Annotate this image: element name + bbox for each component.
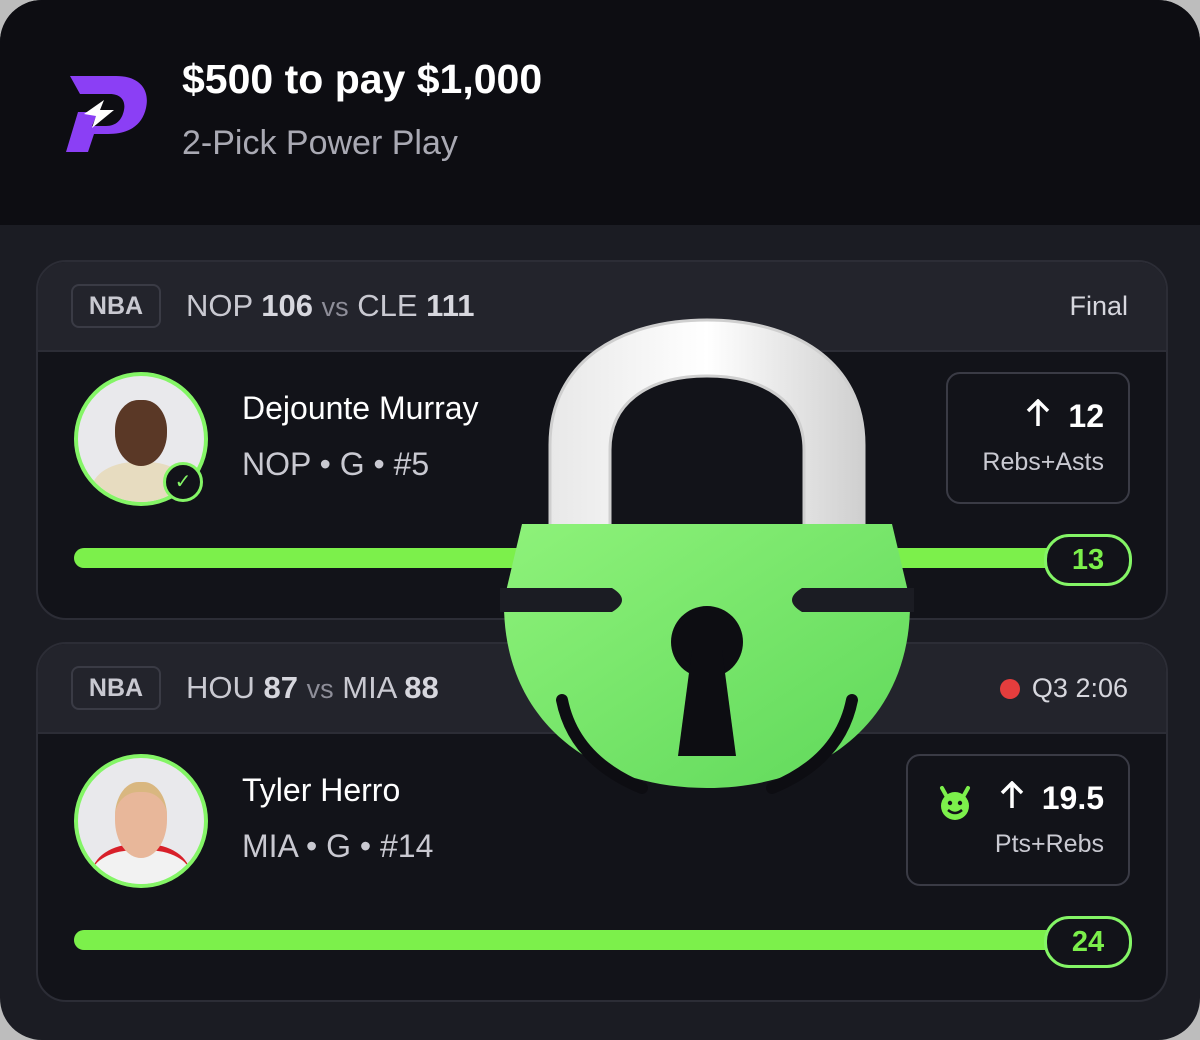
entry-card: $500 to pay $1,000 2-Pick Power Play NBA… xyxy=(0,0,1200,1040)
player-meta: MIA • G • #14 xyxy=(242,828,434,864)
team2-name: MIA xyxy=(342,670,396,705)
prizepicks-logo-icon xyxy=(66,76,147,152)
team1-name: NOP xyxy=(186,288,253,323)
result-value: 24 xyxy=(1044,916,1132,968)
team2-score: 88 xyxy=(404,670,439,705)
padlock-icon xyxy=(500,318,914,794)
player-name: Tyler Herro xyxy=(242,772,401,808)
pick-line: 12 xyxy=(1026,398,1104,435)
entry-header: $500 to pay $1,000 2-Pick Power Play xyxy=(0,0,1200,225)
vs-label: vs xyxy=(321,292,349,322)
team2-score: 111 xyxy=(426,288,475,323)
avatar xyxy=(74,754,208,888)
status-text: Final xyxy=(1069,291,1128,321)
arrow-up-icon xyxy=(1026,398,1050,435)
league-badge: NBA xyxy=(71,666,161,710)
checkmark-icon: ✓ xyxy=(163,462,203,502)
live-dot-icon xyxy=(999,679,1020,699)
league-badge: NBA xyxy=(71,284,161,328)
matchup-line: NOP 106 vs CLE 111 xyxy=(186,284,474,329)
player-meta: NOP • G • #5 xyxy=(242,446,430,482)
matchup-line: HOU 87 vs MIA 88 xyxy=(186,666,439,711)
team1-score: 87 xyxy=(263,670,298,705)
team1-name: HOU xyxy=(186,670,255,705)
entry-subtitle: 2-Pick Power Play xyxy=(182,124,458,162)
arrow-up-icon xyxy=(1000,780,1024,817)
player-name: Dejounte Murray xyxy=(242,390,479,426)
entry-title: $500 to pay $1,000 xyxy=(182,56,543,102)
stat-type: Rebs+Asts xyxy=(982,448,1104,476)
result-value: 13 xyxy=(1044,534,1132,586)
status-text: Q3 2:06 xyxy=(1031,673,1128,703)
progress-track xyxy=(74,930,1084,950)
player-head xyxy=(115,400,167,466)
player-head xyxy=(115,782,167,858)
line-value: 12 xyxy=(1068,398,1104,434)
progress-fill xyxy=(74,930,1084,950)
demon-icon xyxy=(940,786,970,820)
pick-line: 19.5 xyxy=(1000,780,1104,817)
line-value: 19.5 xyxy=(1041,780,1104,816)
pick-line-box: 12 Rebs+Asts xyxy=(946,372,1130,504)
game-status: Final xyxy=(1069,288,1128,324)
vs-label: vs xyxy=(306,674,334,704)
pick-line-box: 19.5 Pts+Rebs xyxy=(906,754,1130,886)
team2-name: CLE xyxy=(357,288,418,323)
team1-score: 106 xyxy=(261,288,313,323)
game-status: Q3 2:06 xyxy=(999,670,1128,706)
stat-type: Pts+Rebs xyxy=(994,830,1104,858)
